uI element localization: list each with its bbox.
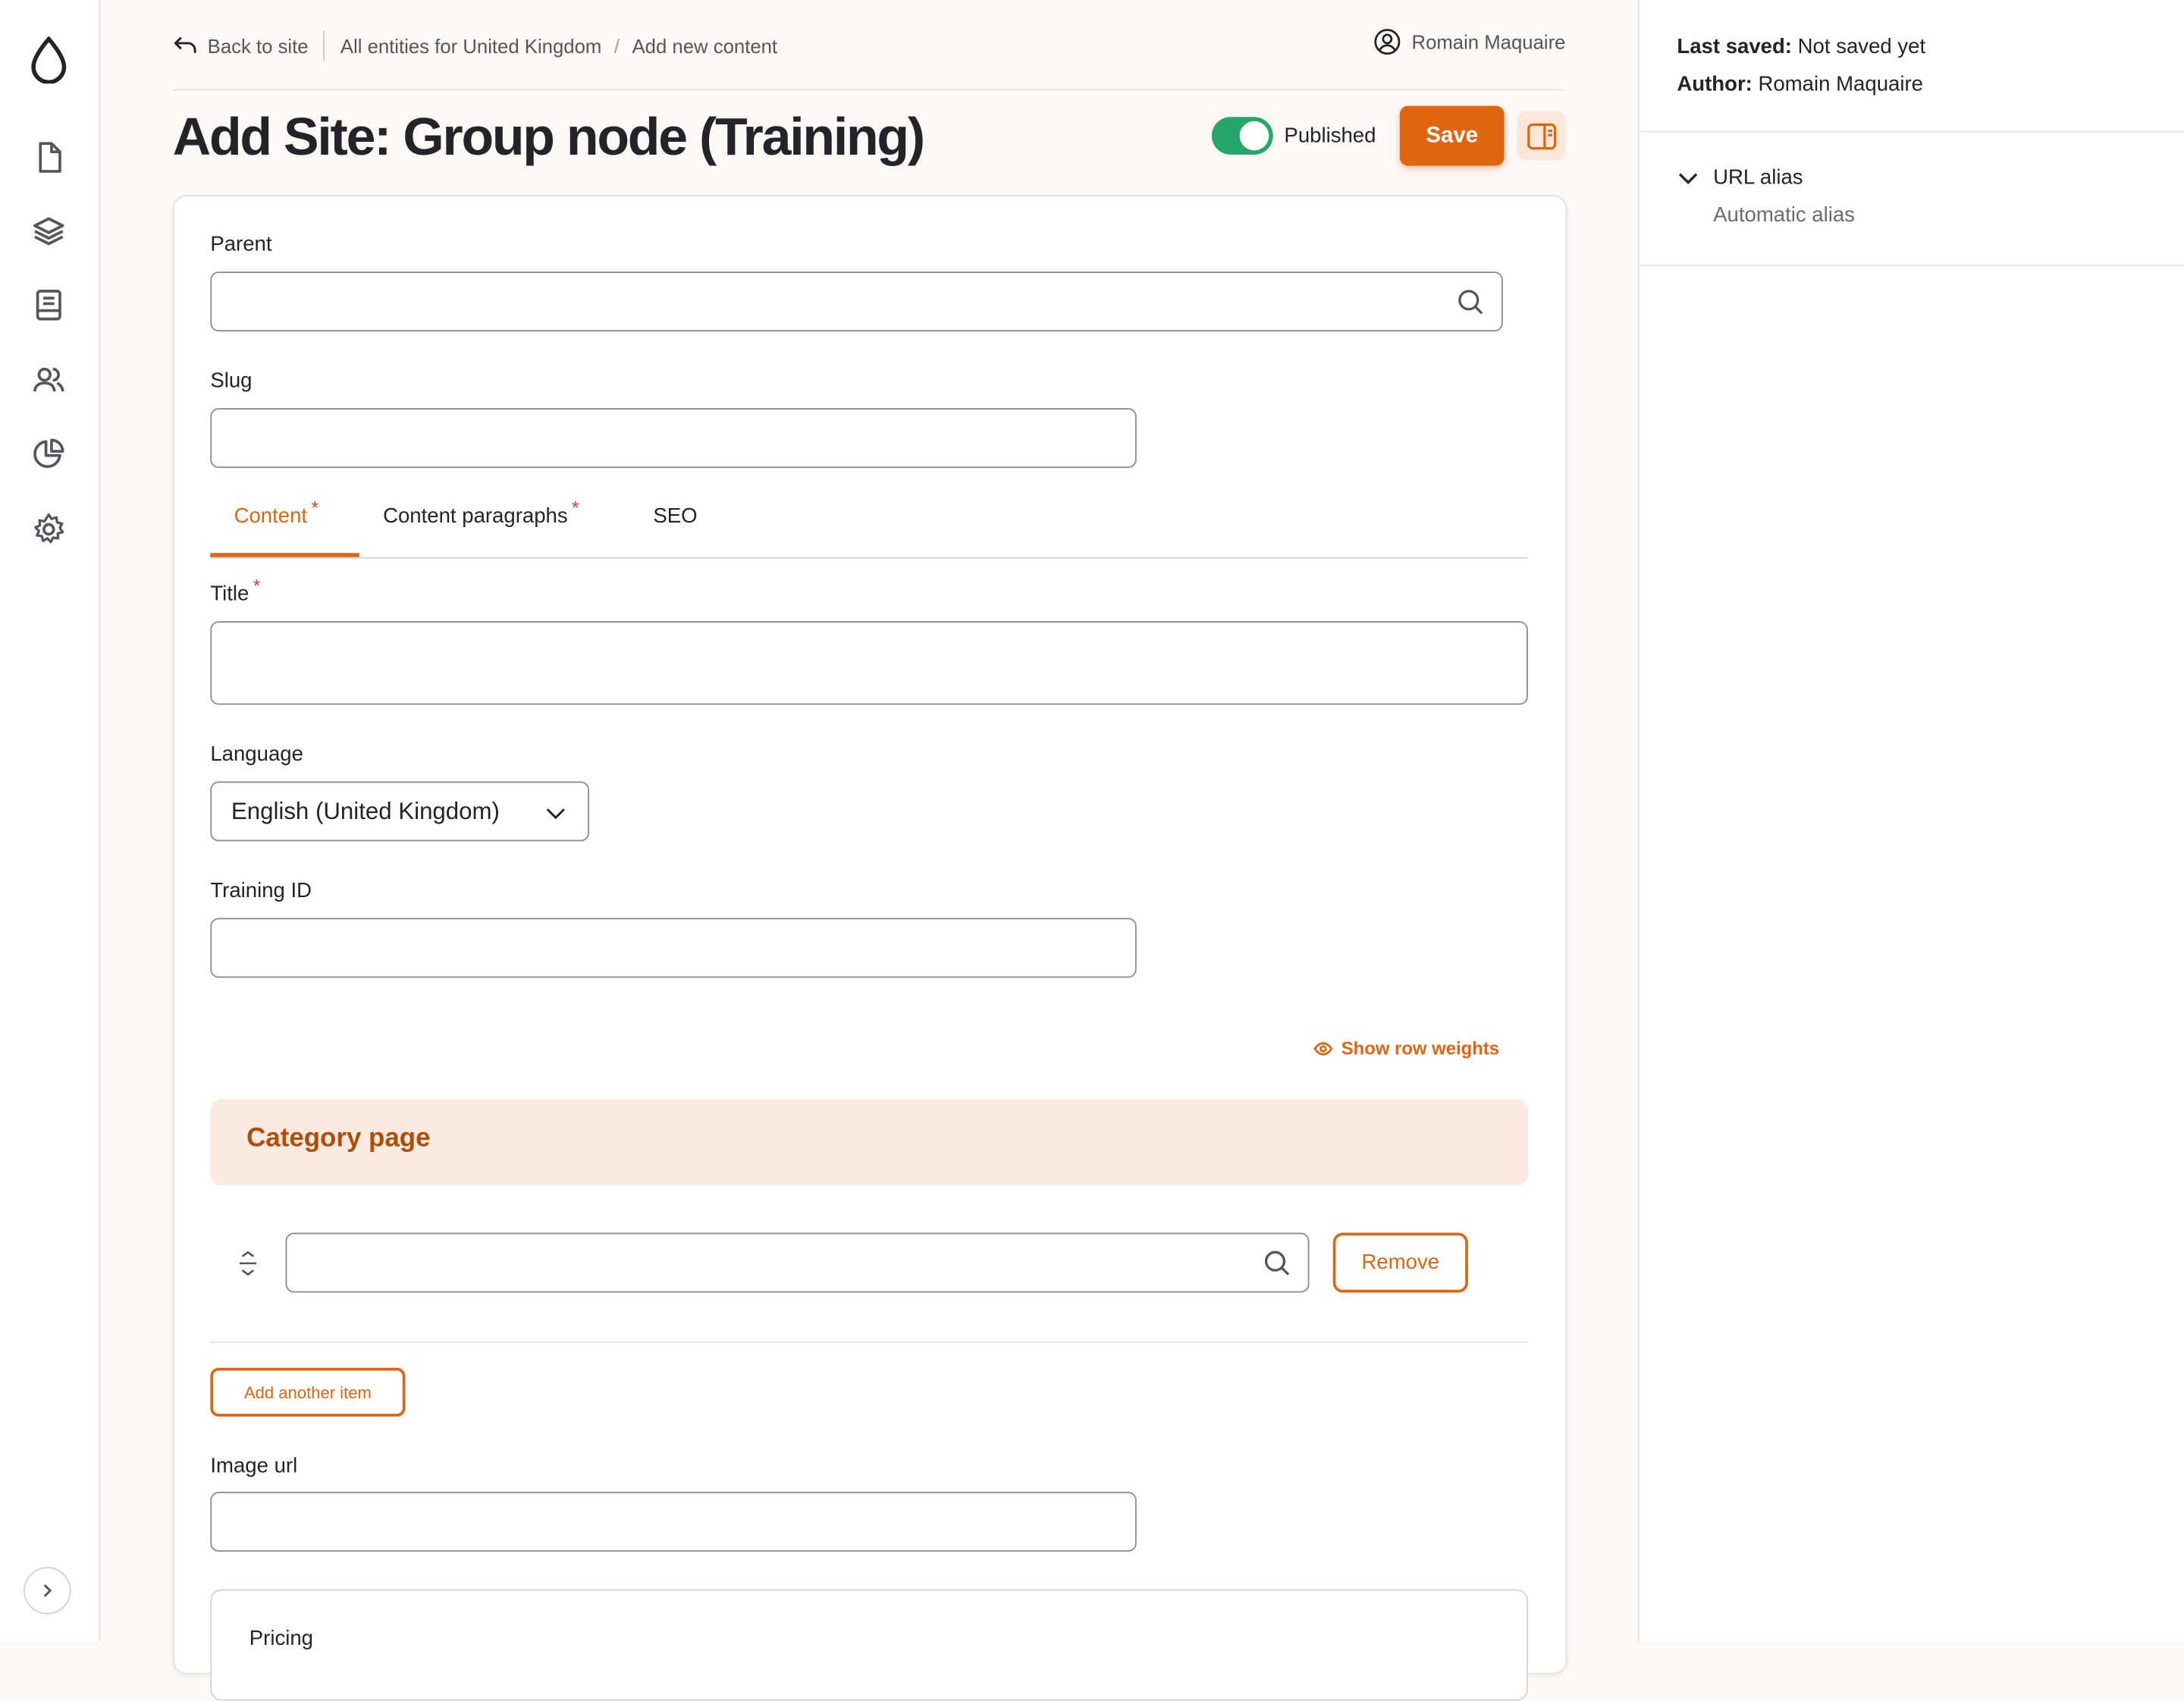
gear-icon[interactable]: [30, 511, 67, 548]
save-button[interactable]: Save: [1399, 105, 1505, 166]
tab-seo[interactable]: SEO: [653, 504, 697, 528]
expand-icon[interactable]: [24, 1567, 71, 1615]
add-another-item-button[interactable]: Add another item: [210, 1367, 406, 1417]
search-icon: [1263, 1249, 1291, 1277]
drag-handle-icon[interactable]: [237, 1250, 259, 1285]
category-page-title: Category page: [246, 1124, 431, 1153]
title-label: Title *: [210, 575, 261, 606]
remove-button[interactable]: Remove: [1332, 1232, 1468, 1293]
document-icon[interactable]: [30, 140, 67, 176]
language-label: Language: [210, 742, 303, 767]
user-menu[interactable]: Romain Maquaire: [1373, 28, 1565, 56]
image-url-label: Image url: [210, 1454, 298, 1478]
slug-input[interactable]: [210, 408, 1137, 469]
search-icon: [1457, 287, 1485, 315]
pricing-label: Pricing: [249, 1627, 313, 1651]
category-page-header: Category page: [210, 1099, 1528, 1186]
drupal-logo-icon[interactable]: [28, 36, 70, 84]
author: Author: Romain Maquaire: [1677, 72, 1923, 96]
meta-sidebar: Last saved: Not saved yet Author: Romain…: [1637, 0, 2184, 1641]
category-autocomplete-input[interactable]: [285, 1232, 1310, 1293]
section-divider: [210, 1341, 1528, 1343]
user-avatar-icon: [1373, 28, 1401, 56]
parent-input[interactable]: [210, 271, 1503, 332]
language-select[interactable]: English (United Kingdom): [210, 781, 589, 842]
url-alias-summary: Automatic alias: [1713, 203, 1855, 228]
url-alias-toggle[interactable]: URL alias: [1677, 166, 1803, 190]
admin-toolbar: [0, 0, 101, 1641]
show-row-weights-button[interactable]: Show row weights: [1313, 1037, 1499, 1059]
published-label: Published: [1284, 124, 1376, 148]
sidebar-toggle-button[interactable]: [1517, 111, 1566, 161]
chevron-down-icon: [546, 802, 566, 830]
sidebar-divider: [1639, 130, 2184, 133]
page-title: Add Site: Group node (Training): [172, 108, 925, 168]
user-name: Romain Maquaire: [1411, 30, 1566, 53]
breadcrumb-item-entities[interactable]: All entities for United Kingdom: [340, 35, 601, 57]
users-icon[interactable]: [30, 362, 67, 399]
book-icon[interactable]: [30, 287, 67, 323]
slug-label: Slug: [210, 369, 253, 393]
back-arrow-icon[interactable]: [174, 36, 196, 56]
language-value: English (United Kingdom): [231, 797, 500, 824]
tab-content[interactable]: Content *: [234, 497, 318, 528]
title-input[interactable]: [210, 621, 1528, 705]
tab-content-paragraphs[interactable]: Content paragraphs *: [383, 497, 579, 528]
breadcrumb-divider: [323, 30, 325, 61]
layers-icon[interactable]: [30, 213, 67, 250]
published-toggle[interactable]: [1211, 117, 1273, 155]
active-tab-indicator: [210, 553, 359, 557]
form-tabs: Content * Content paragraphs * SEO: [210, 491, 1528, 559]
training-id-input[interactable]: [210, 918, 1137, 978]
parent-label: Parent: [210, 232, 272, 256]
breadcrumb-separator: /: [613, 34, 620, 58]
eye-icon: [1313, 1041, 1333, 1055]
pricing-fieldset: Pricing: [210, 1589, 1528, 1701]
reports-icon[interactable]: [30, 436, 67, 472]
back-to-site-link[interactable]: Back to site: [208, 35, 309, 57]
sidebar-divider: [1639, 264, 2184, 266]
breadcrumb-item-current: Add new content: [632, 34, 778, 58]
image-url-input[interactable]: [210, 1492, 1137, 1552]
last-saved: Last saved: Not saved yet: [1677, 34, 1926, 59]
header-divider: [172, 89, 1564, 91]
breadcrumb: Back to site All entities for United Kin…: [174, 28, 777, 64]
sidebar-panel-icon: [1526, 122, 1556, 150]
training-id-label: Training ID: [210, 878, 312, 903]
chevron-down-icon: [1677, 166, 1699, 188]
